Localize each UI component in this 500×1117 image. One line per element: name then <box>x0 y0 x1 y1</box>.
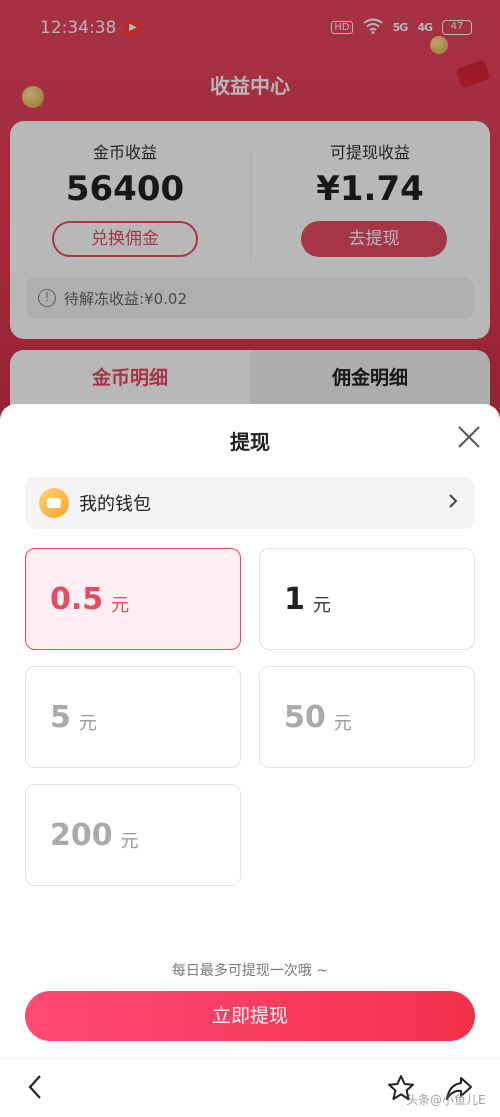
amount-unit: 元 <box>120 831 139 852</box>
amount-unit: 元 <box>312 595 331 616</box>
wallet-label: 我的钱包 <box>79 494 151 515</box>
amount-unit: 元 <box>333 713 352 734</box>
sheet-title: 提现 <box>230 430 270 454</box>
amount-value: 0.5 <box>50 581 104 617</box>
amount-option[interactable]: 200 元 <box>25 784 241 886</box>
daily-limit-hint: 每日最多可提现一次哦 ~ <box>171 963 329 979</box>
withdraw-sheet: 提现 我的钱包 0.5 元 1 元 5 元 50 元 200 元 每日最多可提现… <box>0 404 500 1117</box>
chevron-right-icon <box>447 493 459 513</box>
amount-option[interactable]: 1 元 <box>259 548 475 650</box>
amount-value: 1 <box>284 581 305 617</box>
amount-unit: 元 <box>111 595 130 616</box>
amount-option[interactable]: 0.5 元 <box>25 548 241 650</box>
close-icon[interactable] <box>456 424 482 450</box>
amount-value: 200 <box>50 817 113 853</box>
bottom-nav: 头条@小鱼儿E <box>0 1058 500 1117</box>
amount-option[interactable]: 5 元 <box>25 666 241 768</box>
amount-value: 50 <box>284 699 326 735</box>
wallet-row[interactable]: 我的钱包 <box>25 477 475 529</box>
wallet-icon <box>39 488 69 518</box>
amount-unit: 元 <box>78 713 97 734</box>
amount-value: 5 <box>50 699 71 735</box>
back-arrow-icon[interactable] <box>22 1073 50 1101</box>
modal-backdrop[interactable] <box>0 0 500 420</box>
withdraw-now-button[interactable]: 立即提现 <box>25 991 475 1041</box>
amount-option[interactable]: 50 元 <box>259 666 475 768</box>
watermark: 头条@小鱼儿E <box>406 1093 486 1107</box>
